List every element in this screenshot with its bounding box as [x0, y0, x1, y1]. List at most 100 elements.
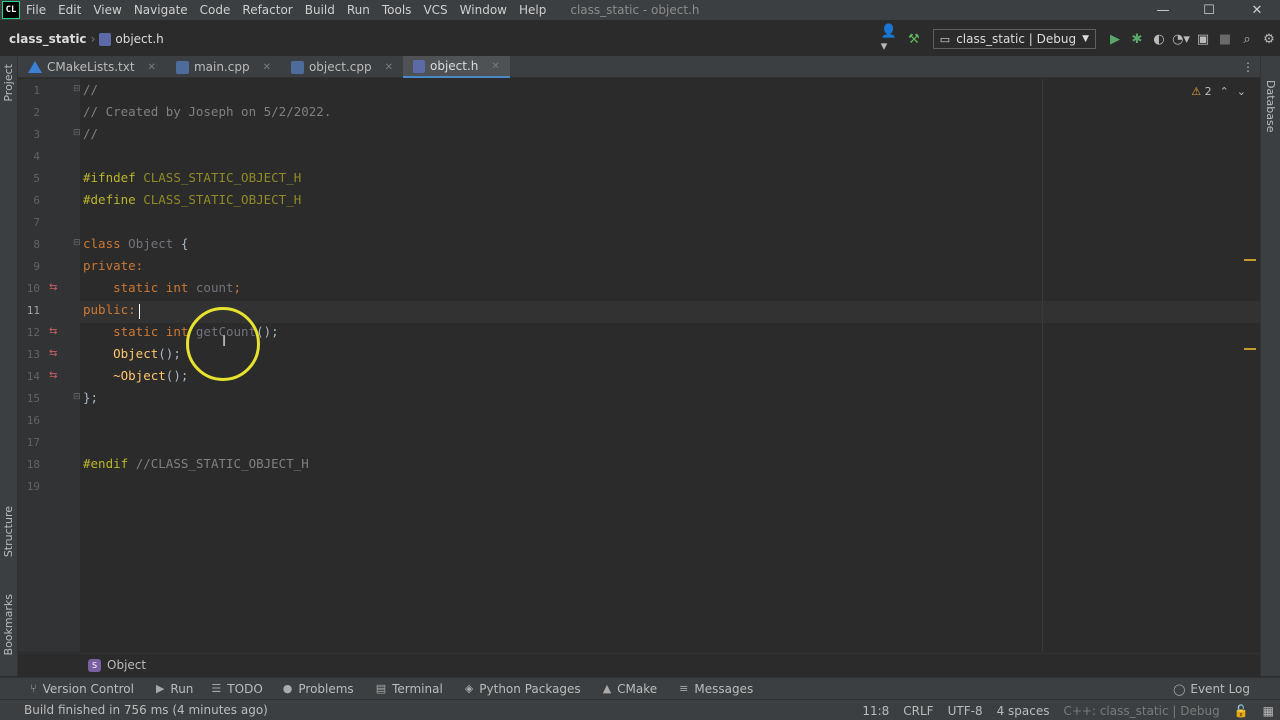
close-button[interactable]: ✕ [1234, 0, 1280, 20]
menu-view[interactable]: View [87, 0, 127, 20]
close-icon[interactable]: ✕ [491, 61, 499, 72]
tool-window-label: Messages [694, 681, 754, 696]
warning-stripe-marker[interactable] [1244, 259, 1256, 261]
warning-count-label: 2 [1204, 85, 1212, 98]
fold-icon[interactable]: ⊟ [73, 238, 81, 248]
tab-main-cpp[interactable]: main.cpp ✕ [166, 56, 281, 78]
line-separator[interactable]: CRLF [903, 704, 933, 718]
tool-window-label: CMake [617, 681, 658, 696]
override-gutter-icon[interactable]: ⇆ [49, 326, 57, 337]
tool-window-bar: ⑂ Version Control ▶ Run ☰ TODO ● Problem… [0, 677, 1280, 699]
line-number: 3 [33, 128, 40, 141]
stop-icon[interactable]: ■ [1214, 28, 1236, 50]
event-log-button[interactable]: ◯ Event Log [1173, 678, 1250, 700]
file-encoding[interactable]: UTF-8 [948, 704, 983, 718]
access-specifier: private: [83, 258, 144, 273]
warning-stripe-marker[interactable] [1244, 348, 1256, 350]
menu-edit[interactable]: Edit [52, 0, 87, 20]
close-icon[interactable]: ✕ [385, 62, 393, 73]
next-highlight-icon[interactable]: ⌄ [1237, 85, 1246, 98]
code-line: }; [83, 387, 98, 409]
keyword: static int [113, 324, 189, 339]
override-gutter-icon[interactable]: ⇆ [49, 370, 57, 381]
fold-icon[interactable]: ⊟ [73, 392, 81, 402]
more-options-icon[interactable]: ⋮ [1242, 56, 1254, 78]
line-number: 10 [26, 282, 40, 295]
minimize-button[interactable]: — [1140, 0, 1186, 20]
run-icon[interactable]: ▶ [1104, 28, 1126, 50]
tool-window-messages[interactable]: ≡ Messages [679, 682, 753, 696]
profile-icon[interactable]: ◔▾ [1170, 28, 1192, 50]
tool-window-run[interactable]: ▶ Run [156, 682, 193, 696]
chevron-down-icon: ▼ [1082, 34, 1089, 44]
code-line: public: [83, 299, 136, 321]
tool-window-version-control[interactable]: ⑂ Version Control [30, 682, 134, 696]
maximize-button[interactable]: ☐ [1186, 0, 1232, 20]
override-gutter-icon[interactable]: ⇆ [49, 348, 57, 359]
preprocessor-directive: #ifndef [83, 170, 136, 185]
indent-setting[interactable]: 4 spaces [997, 704, 1050, 718]
build-hammer-icon[interactable]: ⚒ [903, 28, 925, 50]
line-number: 7 [33, 216, 40, 229]
previous-highlight-icon[interactable]: ⌃ [1220, 85, 1229, 98]
semicolon: ; [233, 280, 242, 295]
menu-code[interactable]: Code [194, 0, 237, 20]
menu-file[interactable]: File [20, 0, 52, 20]
memory-indicator-icon[interactable]: ▦ [1263, 704, 1274, 718]
user-icon[interactable]: 👤▾ [881, 24, 903, 54]
caret-position[interactable]: 11:8 [862, 704, 889, 718]
right-tool-strip: Database [1260, 56, 1280, 676]
warning-count[interactable]: ⚠ 2 [1191, 85, 1211, 98]
breadcrumb-file[interactable]: object.h [99, 32, 164, 46]
branch-icon: ⑂ [30, 682, 37, 695]
override-gutter-icon[interactable]: ⇆ [49, 282, 57, 293]
tab-label: CMakeLists.txt [47, 60, 135, 74]
menu-navigate[interactable]: Navigate [128, 0, 194, 20]
debug-icon[interactable]: ✱ [1126, 28, 1148, 50]
menu-run[interactable]: Run [341, 0, 376, 20]
status-message[interactable]: Build finished in 756 ms (4 minutes ago) [24, 703, 268, 717]
menu-build[interactable]: Build [299, 0, 341, 20]
structure-tool-tab[interactable]: Structure [2, 506, 15, 557]
run-configuration-select[interactable]: ▭ class_static | Debug ▼ [932, 29, 1096, 49]
resolve-context[interactable]: C++: class_static | Debug [1063, 704, 1219, 718]
tool-window-cmake[interactable]: ▲ CMake [603, 682, 657, 696]
tab-object-cpp[interactable]: object.cpp ✕ [281, 56, 403, 78]
code-line: ~Object(); [83, 365, 188, 387]
search-icon[interactable]: ⌕ [1236, 28, 1258, 50]
header-file-icon [99, 32, 112, 46]
menu-refactor[interactable]: Refactor [236, 0, 298, 20]
project-tool-tab[interactable]: Project [2, 64, 15, 102]
close-icon[interactable]: ✕ [263, 62, 271, 73]
inspection-widget[interactable]: ⚠ 2 ⌃ ⌄ [1191, 85, 1246, 98]
menu-vcs[interactable]: VCS [417, 0, 453, 20]
menu-window[interactable]: Window [454, 0, 513, 20]
tab-cmakelists[interactable]: CMakeLists.txt ✕ [18, 56, 166, 78]
tab-label: main.cpp [193, 60, 250, 74]
fold-icon[interactable]: ⊟ [73, 128, 81, 138]
tool-window-terminal[interactable]: ▤ Terminal [376, 682, 443, 696]
menu-tools[interactable]: Tools [376, 0, 418, 20]
editor-breadcrumb-label[interactable]: Object [107, 658, 146, 672]
menu-help[interactable]: Help [513, 0, 552, 20]
attach-icon[interactable]: ▣ [1192, 28, 1214, 50]
tab-object-h[interactable]: object.h ✕ [402, 56, 510, 78]
tool-window-todo[interactable]: ☰ TODO [211, 682, 262, 696]
code-editor[interactable]: 1 2 3 4 5 6 7 8 9 10 11 12 13 14 15 16 1… [18, 79, 1260, 652]
breadcrumb-project[interactable]: class_static [9, 32, 87, 46]
lock-icon[interactable]: 🔓 [1234, 704, 1249, 718]
tool-window-python-packages[interactable]: ◈ Python Packages [465, 682, 581, 696]
database-tool-tab[interactable]: Database [1264, 80, 1277, 133]
tool-window-problems[interactable]: ● Problems [283, 682, 354, 696]
fold-icon[interactable]: ⊟ [73, 84, 81, 94]
settings-icon[interactable]: ⚙ [1258, 28, 1280, 50]
tab-label: object.h [429, 59, 479, 73]
coverage-icon[interactable]: ◐ [1148, 28, 1170, 50]
clion-logo-icon: CL [2, 1, 20, 19]
terminal-icon: ▤ [375, 682, 387, 695]
window-title: class_static - object.h [570, 3, 700, 17]
bookmarks-tool-tab[interactable]: Bookmarks [2, 594, 15, 655]
punctuation: (); [165, 368, 189, 383]
close-icon[interactable]: ✕ [148, 62, 156, 73]
line-number: 4 [33, 150, 40, 163]
